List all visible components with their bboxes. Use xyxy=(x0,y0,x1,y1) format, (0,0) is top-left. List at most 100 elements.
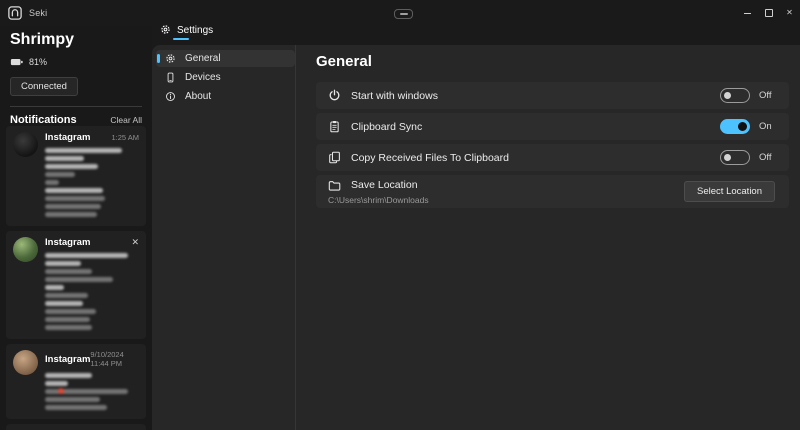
toggle-state-label: Off xyxy=(759,152,775,163)
notification-avatar xyxy=(13,237,38,262)
main-region: Settings General Devices About General Sta… xyxy=(152,26,800,430)
toggle-knob xyxy=(724,92,731,99)
gear-icon xyxy=(160,24,172,36)
notification-avatar xyxy=(13,350,38,375)
setting-label: Clipboard Sync xyxy=(351,121,720,133)
sidebar-divider xyxy=(10,106,142,107)
emoji-blob xyxy=(58,388,64,394)
redacted-text-line xyxy=(45,373,92,378)
notification-body: Instagram ✕ xyxy=(45,237,139,333)
redacted-text-line xyxy=(45,293,88,298)
notification-app-name: Instagram xyxy=(45,237,90,248)
connection-status-badge[interactable]: Connected xyxy=(10,77,78,96)
window-controls: ✕ xyxy=(737,0,800,26)
maximize-button[interactable] xyxy=(758,0,779,26)
setting-row-save-location: Save Location C:\Users\shrim\DownloadsSel… xyxy=(316,175,789,208)
redacted-text-line xyxy=(45,309,96,314)
battery-icon xyxy=(10,55,24,69)
folder-icon xyxy=(328,179,341,192)
redacted-text-line xyxy=(45,196,105,201)
nav-item-label: About xyxy=(185,91,211,102)
notification-body: Instagram 1:25 AM xyxy=(45,132,139,220)
maximize-icon xyxy=(765,9,773,17)
redacted-text-line xyxy=(45,381,68,386)
settings-layer: General Devices About General Start with w… xyxy=(152,45,800,430)
notification-app-name: Instagram xyxy=(45,132,90,143)
close-button[interactable]: ✕ xyxy=(779,0,800,26)
sidebar-item-devices[interactable]: Devices xyxy=(156,69,295,86)
nav-item-label: General xyxy=(185,53,221,64)
redacted-text-line xyxy=(45,285,64,290)
setting-label: Save Location xyxy=(351,179,684,191)
close-notification-icon[interactable]: ✕ xyxy=(131,238,139,247)
redacted-text-line xyxy=(45,397,100,402)
clear-all-button[interactable]: Clear All xyxy=(110,115,142,125)
tab-settings[interactable]: Settings xyxy=(160,24,213,36)
titlebar-left: Seki xyxy=(0,6,47,20)
notification-avatar xyxy=(13,132,38,157)
app-window: Seki ✕ Shrimpy 81% Connected Notificatio… xyxy=(0,0,800,430)
gear-icon xyxy=(165,53,177,65)
settings-nav: General Devices About xyxy=(152,45,295,430)
save-location-path: C:\Users\shrim\Downloads xyxy=(328,195,684,205)
settings-content: General Start with windowsOff Clipboard S… xyxy=(296,45,800,430)
setting-left-column: Save Location C:\Users\shrim\Downloads xyxy=(328,179,684,205)
setting-row-start-with-windows: Start with windowsOff xyxy=(316,82,789,109)
redacted-text-line xyxy=(45,277,113,282)
toggle-copy-received-files-to-clipboard[interactable] xyxy=(720,150,750,165)
settings-rows: Start with windowsOff Clipboard Sync On Cop… xyxy=(316,82,789,208)
page-title: General xyxy=(316,53,789,70)
redacted-text-line xyxy=(45,204,101,209)
tab-settings-label: Settings xyxy=(177,25,213,36)
toggle-state-label: On xyxy=(759,121,775,132)
notification-header: Instagram 1:25 AM xyxy=(45,132,139,143)
redacted-text-line xyxy=(45,389,128,394)
redacted-text-line xyxy=(45,212,97,217)
redacted-text-line xyxy=(45,148,122,153)
notification-header: Instagram ✕ xyxy=(45,237,139,248)
notifications-list: Instagram 1:25 AM Instagram ✕ Instagram9/10/… xyxy=(0,126,152,430)
clipboard-icon xyxy=(328,120,341,133)
titlebar: Seki ✕ xyxy=(0,0,800,26)
power-icon xyxy=(328,89,341,102)
notification-timestamp: 1:25 AM xyxy=(111,133,139,142)
app-logo-icon xyxy=(8,6,22,20)
notification-card[interactable]: Instagram9/10/2024 11:10 PM xyxy=(6,424,146,430)
redacted-text-line xyxy=(45,269,92,274)
battery-status: 81% xyxy=(10,55,142,69)
toggle-knob xyxy=(724,154,731,161)
setting-label-row: Save Location xyxy=(328,179,684,192)
device-sidebar: Shrimpy 81% Connected Notifications Clea… xyxy=(0,26,152,430)
notification-header: Instagram9/10/2024 11:44 PM xyxy=(45,350,139,368)
redacted-text-line xyxy=(45,301,83,306)
notification-app-name: Instagram xyxy=(45,354,90,365)
minimize-button[interactable] xyxy=(737,0,758,26)
sidebar-item-general[interactable]: General xyxy=(156,50,295,67)
notifications-title: Notifications xyxy=(10,114,77,126)
notification-card[interactable]: Instagram ✕ xyxy=(6,231,146,339)
redacted-text-line xyxy=(45,405,107,410)
battery-level: 81% xyxy=(29,57,47,67)
toggle-start-with-windows[interactable] xyxy=(720,88,750,103)
redacted-text-line xyxy=(45,156,84,161)
setting-label: Copy Received Files To Clipboard xyxy=(351,152,720,164)
device-name: Shrimpy xyxy=(10,31,142,49)
notification-card[interactable]: Instagram9/10/2024 11:44 PM xyxy=(6,344,146,419)
minimize-icon xyxy=(744,13,751,14)
redacted-text-line xyxy=(45,261,81,266)
redacted-text-line xyxy=(45,188,103,193)
phone-icon xyxy=(165,72,177,84)
toggle-clipboard-sync[interactable] xyxy=(720,119,750,134)
redacted-text-line xyxy=(45,180,59,185)
toggle-state-label: Off xyxy=(759,90,775,101)
toggle-knob xyxy=(738,122,747,131)
redacted-text-line xyxy=(45,172,75,177)
notifications-header: Notifications Clear All xyxy=(10,114,142,126)
select-location-button[interactable]: Select Location xyxy=(684,181,775,202)
setting-row-copy-received-files-to-clipboard: Copy Received Files To Clipboard Off xyxy=(316,144,789,171)
sidebar-item-about[interactable]: About xyxy=(156,88,295,105)
redacted-text-line xyxy=(45,325,92,330)
nav-item-label: Devices xyxy=(185,72,221,83)
redacted-text-line xyxy=(45,253,128,258)
notification-card[interactable]: Instagram 1:25 AM xyxy=(6,126,146,226)
